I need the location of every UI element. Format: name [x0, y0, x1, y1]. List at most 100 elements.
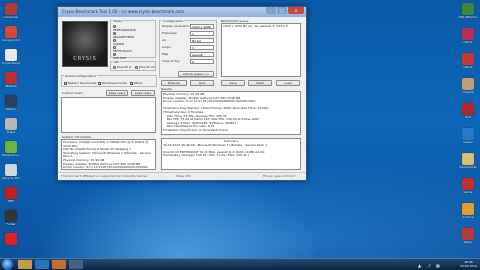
save-cvars-button[interactable]: Save cvars — [106, 90, 128, 96]
config-field-value[interactable]: 1920 x 1080 — [190, 23, 214, 29]
app-icon — [462, 78, 474, 90]
app-icon — [5, 26, 17, 38]
config-field-value[interactable]: 3 — [190, 44, 214, 50]
desktop-icon-left-4[interactable]: Steam — [2, 95, 20, 111]
config-field-label: AA — [162, 38, 167, 42]
system-clock[interactable]: 16:46 30.03.2012 — [460, 260, 477, 268]
other-option[interactable]: Other — [130, 81, 143, 85]
app-icon — [462, 3, 474, 15]
load-button[interactable]: Load — [276, 80, 300, 86]
desktop-icon-left-6[interactable]: Notepad++ — [2, 141, 20, 157]
benchmark-window: Crysis Benchmark Tool 1.05 - (c) www.cry… — [57, 6, 307, 181]
taskbar-app-media[interactable] — [52, 260, 66, 269]
desktop-icon-right-4[interactable]: Tool — [459, 103, 477, 119]
desktop-icon-right-2[interactable]: GPU-Z — [459, 53, 477, 69]
desktop-icon-label: Unigine — [462, 90, 474, 94]
summary-line: Framerate [ Average: 105.35 / Min: 71.29… — [163, 153, 249, 158]
save-button[interactable]: Save — [221, 80, 245, 86]
app-icon — [462, 128, 474, 140]
desktop-icon-label: 3DMark — [5, 84, 17, 88]
desktop-icon-left-5[interactable]: Fraps — [2, 118, 20, 134]
desktop-icon-left-3[interactable]: 3DMark — [2, 72, 20, 88]
desktop-icon-left-0[interactable]: Computer — [2, 3, 20, 19]
minimize-button[interactable]: – — [266, 7, 276, 14]
taskbar-app-ie[interactable] — [35, 260, 49, 269]
execute-button[interactable]: Execute — [161, 80, 187, 86]
config-field-value[interactable]: x — [190, 30, 214, 36]
desktop-icon-label: Archive — [462, 215, 474, 219]
start-button[interactable] — [2, 259, 13, 270]
api-group: API DirectX 9 DirectX 10 — [110, 60, 156, 71]
config-field-value[interactable]: 9 — [190, 58, 214, 64]
taskbar: ▲ ♪ ▦ 16:46 30.03.2012 — [0, 258, 480, 270]
configuration-group: Configuration Display resolution 1920 x 1… — [159, 19, 217, 78]
other-checkbox[interactable] — [130, 81, 133, 85]
desktop-icon-right-0[interactable]: MSI Afterburner — [459, 3, 477, 19]
queue-item[interactable]: 1920 x 1080 No AA, 3X, assault, 9, DX10,… — [223, 24, 299, 29]
summary-box: Summary 30.03.2012 16:46:06 - Microsoft … — [161, 138, 301, 170]
restart-benchmark-option[interactable]: Restart benchmark — [64, 81, 97, 85]
desktop-icon-label: Documents — [459, 165, 477, 169]
app-icon — [462, 203, 474, 215]
app-icon — [462, 153, 474, 165]
app-icon — [5, 118, 17, 130]
custom-cvars-textarea[interactable] — [61, 97, 156, 133]
config-field-label: Map — [162, 52, 169, 56]
config-field-label: Loops — [162, 45, 171, 49]
desktop-icon-right-8[interactable]: Archive — [459, 203, 477, 219]
config-field-value[interactable]: assault — [190, 51, 214, 57]
show-info-link[interactable]: Show info — [176, 174, 191, 178]
system-info-box: Processor: Intel(R) Core(TM) i7-3930K CP… — [61, 139, 156, 170]
title-bar[interactable]: Crysis Benchmark Tool 1.05 - (c) www.cry… — [58, 7, 306, 17]
desktop-icon-right-1[interactable]: CPU-Z — [459, 28, 477, 44]
network-icon[interactable]: ▦ — [436, 263, 440, 268]
desktop-icon-label: Game — [463, 190, 473, 194]
clear-button[interactable]: Clear — [248, 80, 272, 86]
api-option-dx9[interactable]: DirectX 9 — [113, 65, 131, 69]
app-icon — [5, 164, 17, 176]
results-line: TimeDemo Play Ended, (1 Runs Performed) — [163, 127, 228, 132]
taskbar-app-explorer[interactable] — [18, 260, 32, 269]
volume-icon[interactable]: ♪ — [428, 263, 431, 268]
add-to-queue-button[interactable]: Add to queue >> — [178, 71, 214, 77]
desktop-icon-right-5[interactable]: Viewer — [459, 128, 477, 144]
tray-arrow-icon[interactable]: ▲ — [418, 263, 421, 268]
windowed-mode-option[interactable]: Windowed mode — [98, 81, 127, 85]
api-option-dx10[interactable]: DirectX 10 — [135, 65, 155, 69]
desktop-icon-label: Google Chrome — [2, 38, 20, 42]
desktop-icon-label: CPU-Z — [463, 40, 473, 44]
custom-cvars-label: Custom Cvars — [62, 91, 83, 95]
quit-button[interactable]: Quit — [190, 80, 214, 86]
restart-checkbox[interactable] — [64, 81, 67, 85]
close-button[interactable]: x — [288, 7, 304, 14]
desktop-icon-label: Notepad++ — [2, 153, 20, 157]
logo-text: CRYSIS — [73, 56, 97, 62]
desktop-icon-right-6[interactable]: Documents — [459, 153, 477, 169]
maximize-button[interactable]: □ — [277, 7, 287, 14]
desktop-icon-label: GPU-Z — [463, 65, 473, 69]
window-title: Crysis Benchmark Tool 1.05 - (c) www.cry… — [62, 9, 184, 14]
desktop-icon-left-1[interactable]: Google Chrome — [2, 26, 20, 42]
taskbar-app-benchmark[interactable] — [69, 260, 83, 269]
windowed-checkbox[interactable] — [98, 81, 101, 85]
desktop-icon-label: PDF — [8, 199, 14, 203]
api-dx10-radio[interactable] — [135, 65, 138, 69]
desktop-icon-left-10[interactable] — [2, 233, 20, 245]
load-cvars-button[interactable]: Load cvars — [131, 90, 155, 96]
desktop-icon-right-7[interactable]: Game — [459, 178, 477, 194]
api-label: API — [113, 60, 120, 64]
desktop-icon-label: Crysis Benchmark — [2, 61, 20, 65]
desktop-icon-left-2[interactable]: Crysis Benchmark — [2, 49, 20, 65]
desktop-icon-left-7[interactable]: Recycle Bin — [2, 164, 20, 180]
benchmark-queue-list[interactable]: 1920 x 1080 No AA, 3X, assault, 9, DX10,… — [221, 23, 301, 77]
desktop-icon-left-9[interactable]: Folder — [2, 210, 20, 226]
desktop-icon-right-9[interactable]: Setup — [459, 228, 477, 244]
app-icon — [5, 210, 17, 222]
mode-option-custom[interactable]: CUSTOM — [113, 52, 126, 60]
api-dx9-radio[interactable] — [113, 65, 116, 69]
desktop-icon-right-3[interactable]: Unigine — [459, 78, 477, 94]
app-icon — [5, 3, 17, 15]
desktop-icon-left-8[interactable]: PDF — [2, 187, 20, 203]
config-field-value[interactable]: No AA — [190, 37, 214, 43]
desktop-icon-label: Setup — [463, 240, 473, 244]
